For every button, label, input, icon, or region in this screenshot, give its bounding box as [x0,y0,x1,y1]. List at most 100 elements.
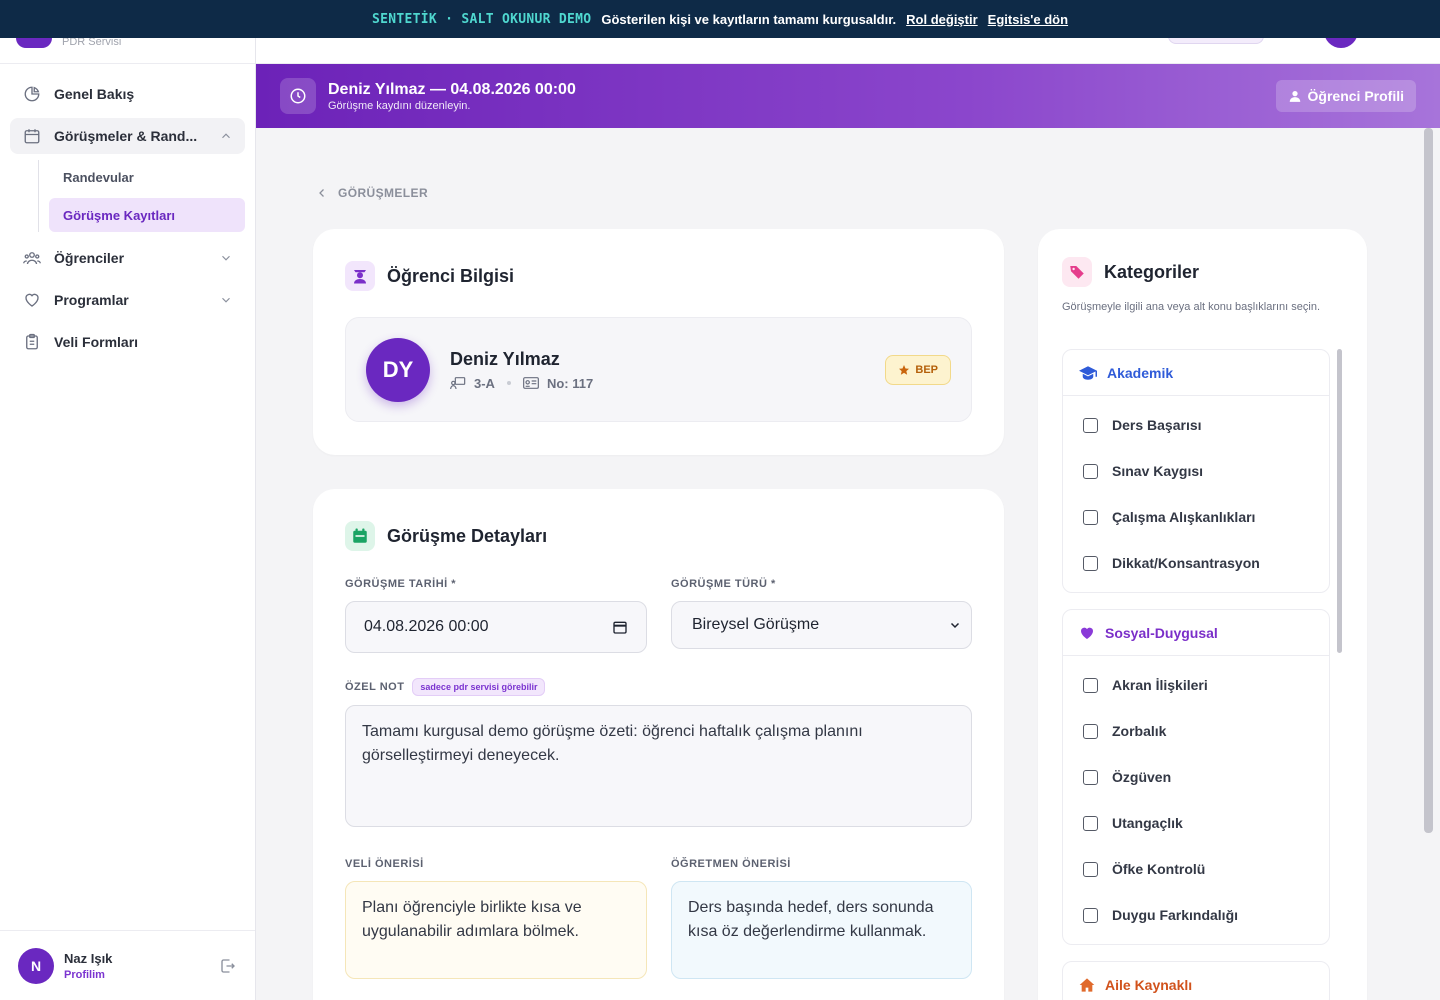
checkbox[interactable] [1083,463,1098,479]
page-header: Deniz Yılmaz — 04.08.2026 00:00 Görüşme … [256,64,1440,128]
demo-banner: SENTETİK · SALT OKUNUR DEMO Gösterilen k… [0,0,1440,38]
sidebar-item-label: Öğrenciler [54,250,125,266]
categories-scrollbar[interactable] [1337,349,1342,653]
page-scrollbar[interactable] [1424,128,1433,833]
student-profile-button[interactable]: Öğrenci Profili [1275,80,1416,112]
sidebar-item-overview[interactable]: Genel Bakış [10,76,245,112]
teacher-suggestion-label: ÖĞRETMEN ÖNERİSİ [671,858,791,870]
meeting-date-input[interactable]: 04.08.2026 00:00 [345,601,647,653]
meeting-date-value: 04.08.2026 00:00 [364,618,489,635]
user-name: Naz Işık [64,950,113,966]
student-details: Deniz Yılmaz 3-A No: 117 [450,349,593,391]
category-option[interactable]: Utangaçlık [1063,800,1329,846]
meeting-type-select[interactable]: Bireysel Görüşme [671,601,972,649]
checkbox[interactable] [1083,555,1098,571]
classroom-icon [450,377,466,390]
profile-link[interactable]: Profilim [64,969,219,981]
heart-icon [1081,627,1093,639]
category-option[interactable]: Öfke Kontrolü [1063,846,1329,892]
calendar-check-icon [345,521,375,551]
meeting-details-card: Görüşme Detayları GÖRÜŞME TARİHİ * 04.08… [313,489,1004,1000]
checkbox[interactable] [1083,723,1098,739]
category-option[interactable]: Ders Başarısı [1063,402,1329,448]
category-option[interactable]: Dikkat/Konsantrasyon [1063,540,1329,586]
user-box: N Naz Işık Profilim [0,930,255,1000]
category-option[interactable]: Duygu Farkındalığı [1063,892,1329,938]
sidebar-item-label: Genel Bakış [54,86,135,102]
header-text: Deniz Yılmaz — 04.08.2026 00:00 Görüşme … [328,81,576,112]
student-summary: DY Deniz Yılmaz 3-A No: 117 BEP [345,317,972,422]
back-to-egitsis-link[interactable]: Egitsis'e dön [988,12,1068,27]
student-class: 3-A [474,375,495,391]
category-name: Aile Kaynaklı [1105,976,1193,993]
teacher-suggestion-textarea[interactable]: Ders başında hedef, ders sonunda kısa öz… [671,881,972,979]
category-name: Akademik [1107,364,1174,381]
separator-dot [506,381,511,385]
private-note-textarea[interactable]: Tamamı kurgusal demo görüşme özeti: öğre… [345,705,972,827]
sidebar-subitem-appointments[interactable]: Randevular [49,160,245,194]
checkbox[interactable] [1083,861,1098,877]
option-label: Akran İlişkileri [1112,677,1208,693]
card-title: Görüşme Detayları [387,525,548,546]
meeting-type-value: Bireysel Görüşme [692,616,820,633]
parent-suggestion-textarea[interactable]: Planı öğrenciyle birlikte kısa ve uygula… [345,881,647,979]
category-options: Akran İlişkileri Zorbalık Özgüven Utanga… [1063,656,1329,944]
sidebar-item-label: Görüşmeler & Rand... [54,128,198,144]
category-option[interactable]: Çalışma Alışkanlıkları [1063,494,1329,540]
checkbox[interactable] [1083,815,1098,831]
user-info: Naz Işık Profilim [64,951,219,981]
tags-icon [1062,257,1092,287]
role-switch-link[interactable]: Rol değiştir [906,12,978,27]
sidebar-nav: Genel Bakış Görüşmeler & Rand... Randevu… [0,64,255,378]
sidebar-subitem-meeting-records[interactable]: Görüşme Kayıtları [49,198,245,232]
private-note-label-text: ÖZEL NOT [345,681,405,693]
visibility-pill: sadece pdr servisi görebilir [412,678,546,696]
chevron-up-icon [222,133,230,139]
breadcrumb[interactable]: GÖRÜŞMELER [316,186,428,200]
student-meta: 3-A No: 117 [450,376,593,391]
category-options: Ders Başarısı Sınav Kaygısı Çalışma Alış… [1063,396,1329,592]
sidebar-item-label: Programlar [54,292,129,308]
sidebar-item-programs[interactable]: Programlar [10,282,245,318]
topbar [256,30,1440,64]
user-icon [1289,91,1300,102]
option-label: Çalışma Alışkanlıkları [1112,509,1256,525]
student-avatar: DY [366,337,430,402]
sidebar-item-students[interactable]: Öğrenciler [10,240,245,276]
checkbox[interactable] [1083,417,1098,433]
student-name: Deniz Yılmaz [450,348,560,369]
category-option[interactable]: Özgüven [1063,754,1329,800]
breadcrumb-label: GÖRÜŞMELER [338,186,429,200]
category-option[interactable]: Akran İlişkileri [1063,662,1329,708]
logout-icon[interactable] [219,957,237,975]
checkbox[interactable] [1083,769,1098,785]
category-group-academic: Akademik Ders Başarısı Sınav Kaygısı Çal… [1062,349,1330,593]
category-option[interactable]: Sınav Kaygısı [1063,448,1329,494]
checkbox[interactable] [1083,677,1098,693]
chevron-down-icon [222,255,230,261]
sidebar: PDR Servisi Genel Bakış Görüşmeler & Ran… [0,32,256,1000]
category-option[interactable]: Zorbalık [1063,708,1329,754]
option-label: Sınav Kaygısı [1112,463,1204,479]
star-icon [899,364,910,375]
category-head: Sosyal-Duygusal [1063,610,1329,656]
category-head: Aile Kaynaklı [1063,962,1329,1000]
checkbox[interactable] [1083,509,1098,525]
category-name: Sosyal-Duygusal [1105,624,1218,641]
sidebar-item-parent-forms[interactable]: Veli Formları [10,324,245,360]
brand: PDR Servisi [0,32,255,64]
categories-list: Akademik Ders Başarısı Sınav Kaygısı Çal… [1062,349,1330,1000]
checkbox[interactable] [1083,907,1098,923]
categories-card: Kategoriler Görüşmeyle ilgili ana veya a… [1038,229,1367,1000]
student-number: No: 117 [546,375,594,391]
student-info-card: Öğrenci Bilgisi DY Deniz Yılmaz 3-A No: … [313,229,1004,455]
clock-icon [280,78,316,114]
sidebar-item-meetings[interactable]: Görüşmeler & Rand... [10,118,245,154]
pie-chart-icon [22,84,42,104]
clipboard-icon [22,332,42,352]
id-card-icon [523,377,539,389]
option-label: Utangaçlık [1112,815,1183,831]
calendar-picker-icon[interactable] [612,619,628,635]
avatar[interactable]: N [18,947,54,984]
graduation-cap-icon [1079,365,1097,380]
